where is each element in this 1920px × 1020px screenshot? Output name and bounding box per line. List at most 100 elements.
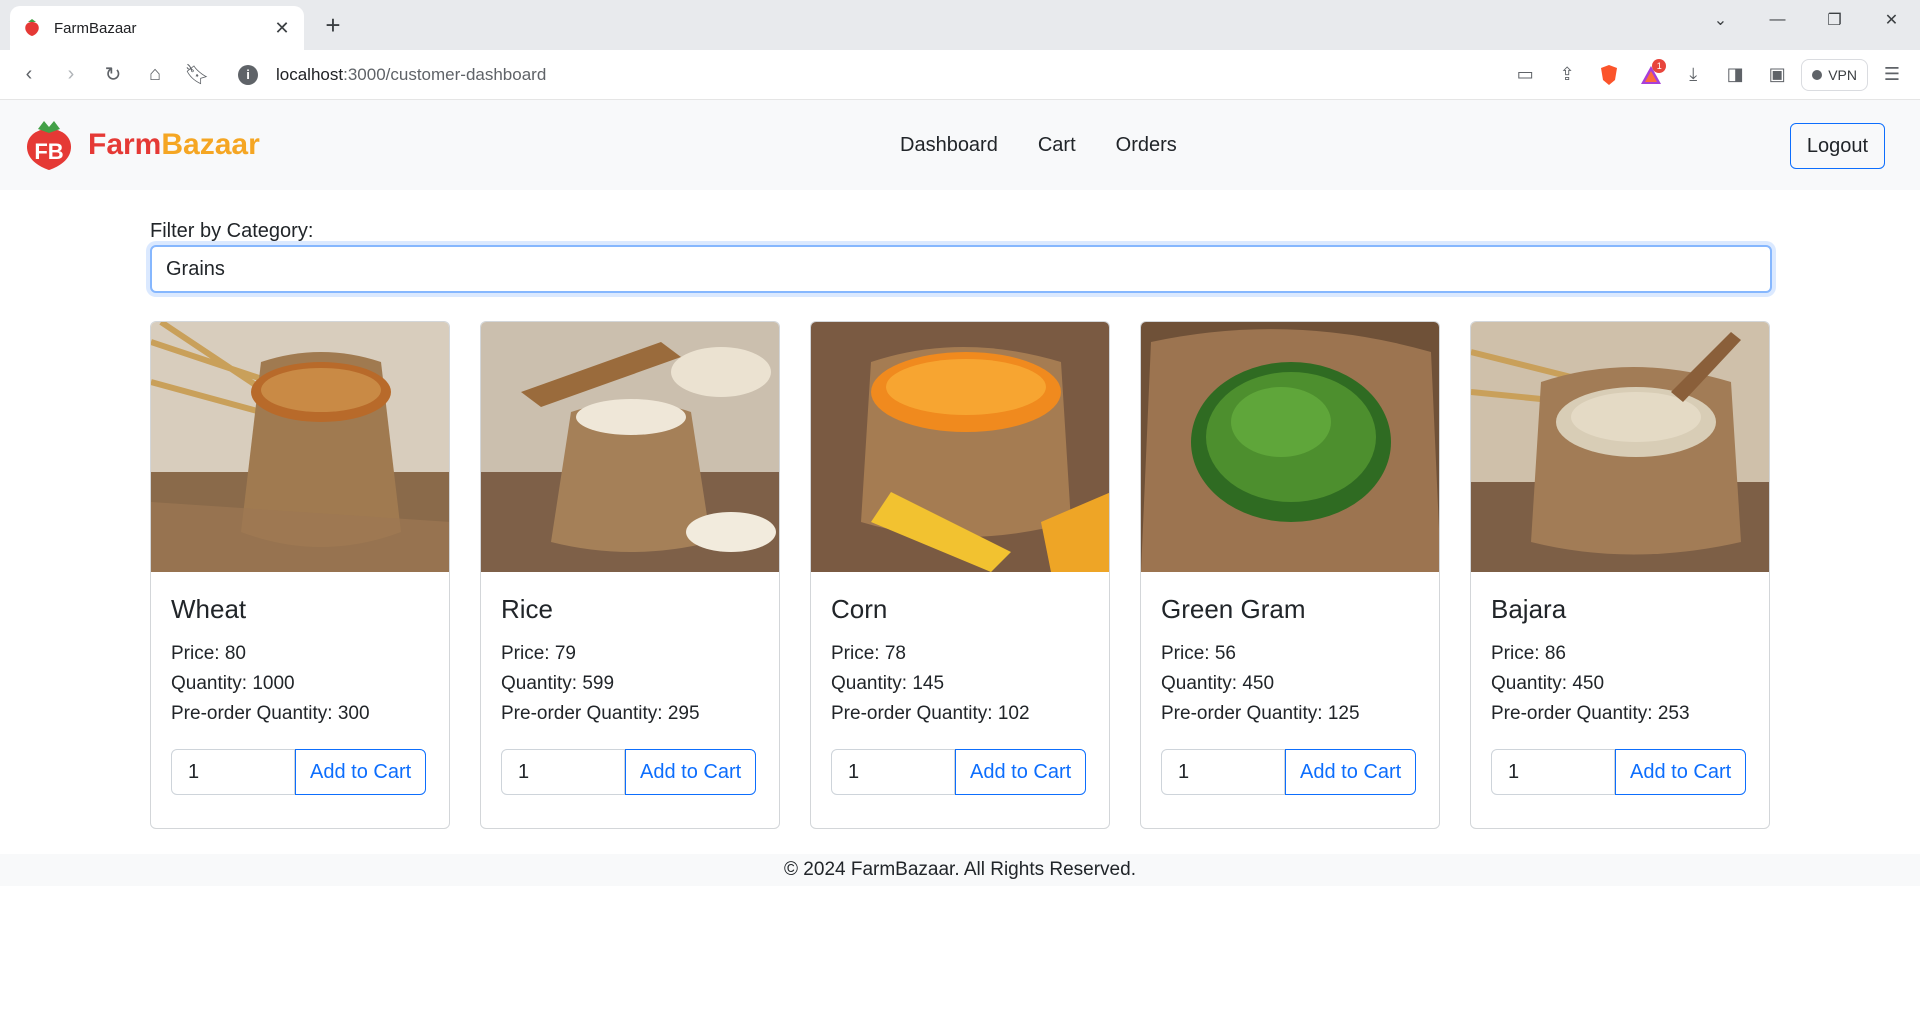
product-card-rice: Rice Price: 79 Quantity: 599 Pre-order Q…	[480, 321, 780, 829]
wallet-icon[interactable]: ▣	[1759, 57, 1795, 93]
vpn-status-icon	[1812, 69, 1823, 80]
product-name: Rice	[501, 594, 554, 624]
quantity-input[interactable]: 1	[171, 749, 295, 795]
quantity-input[interactable]: 1	[1161, 749, 1285, 795]
nav-dashboard-link[interactable]: Dashboard	[900, 134, 998, 157]
nav-orders-link[interactable]: Orders	[1116, 134, 1177, 157]
new-tab-icon[interactable]: +	[318, 10, 348, 41]
quantity-input[interactable]: 1	[501, 749, 625, 795]
svg-text:FB: FB	[34, 139, 63, 164]
product-quantity: Quantity: 450	[1161, 673, 1275, 694]
footer: © 2024 FarmBazaar. All Rights Reserved.	[0, 854, 1920, 886]
brand-name-bazaar: Bazaar	[161, 128, 260, 161]
add-to-cart-button[interactable]: Add to Cart	[295, 749, 427, 795]
window-controls: ⌄ — ❐ ✕	[1692, 0, 1920, 40]
filter-label: Filter by Category:	[150, 220, 314, 242]
site-info-icon[interactable]: i	[238, 64, 258, 85]
product-price: Price: 78	[831, 643, 906, 664]
product-actions: 1 Add to Cart	[831, 749, 1089, 795]
product-quantity: Quantity: 599	[501, 673, 615, 694]
product-body: Rice Price: 79 Quantity: 599 Pre-order Q…	[481, 572, 779, 795]
close-tab-icon[interactable]: ✕	[272, 18, 292, 39]
product-preorder-quantity: Pre-order Quantity: 102	[831, 703, 1030, 724]
vpn-button[interactable]: VPN	[1801, 58, 1868, 91]
bookmark-icon[interactable]: 🔖︎	[178, 56, 216, 94]
footer-text: © 2024 FarmBazaar. All Rights Reserved.	[784, 859, 1136, 880]
brand[interactable]: FB FarmBazaar	[20, 119, 260, 171]
sidebar-icon[interactable]: ◨	[1717, 57, 1753, 93]
product-actions: 1 Add to Cart	[501, 749, 759, 795]
browser-tab-bar: FarmBazaar ✕ + ⌄ — ❐ ✕	[0, 0, 1920, 50]
brave-rewards-icon[interactable]: 1	[1633, 57, 1669, 93]
strawberry-favicon-icon	[25, 19, 39, 36]
browser-tab[interactable]: FarmBazaar ✕	[10, 6, 304, 50]
product-body: Corn Price: 78 Quantity: 145 Pre-order Q…	[811, 572, 1109, 795]
product-preorder-quantity: Pre-order Quantity: 253	[1491, 703, 1690, 724]
cast-icon[interactable]: ▭	[1507, 57, 1543, 93]
quantity-input[interactable]: 1	[1491, 749, 1615, 795]
product-card-wheat: Wheat Price: 80 Quantity: 1000 Pre-order…	[150, 321, 450, 829]
url-host: localhost	[276, 64, 344, 84]
product-preorder-quantity: Pre-order Quantity: 125	[1161, 703, 1360, 724]
product-image-green-gram	[1141, 322, 1439, 572]
quantity-input[interactable]: 1	[831, 749, 955, 795]
product-preorder-quantity: Pre-order Quantity: 295	[501, 703, 700, 724]
brave-shield-icon[interactable]	[1591, 57, 1627, 93]
product-body: Wheat Price: 80 Quantity: 1000 Pre-order…	[151, 572, 449, 795]
address-bar[interactable]: i localhost :3000/customer-dashboard	[228, 56, 1498, 93]
toolbar-actions: ▭ ⇪ 1 ⤓ ◨ ▣ VPN ☰	[1507, 57, 1910, 93]
restore-icon[interactable]: ❐	[1806, 0, 1863, 40]
product-name: Corn	[831, 594, 888, 624]
product-body: Bajara Price: 86 Quantity: 450 Pre-order…	[1471, 572, 1769, 795]
product-body: Green Gram Price: 56 Quantity: 450 Pre-o…	[1141, 572, 1439, 795]
product-name: Wheat	[171, 594, 247, 624]
product-actions: 1 Add to Cart	[171, 749, 429, 795]
add-to-cart-button[interactable]: Add to Cart	[1285, 749, 1417, 795]
share-icon[interactable]: ⇪	[1549, 57, 1585, 93]
product-quantity: Quantity: 145	[831, 673, 945, 694]
category-filter-select[interactable]: Grains	[150, 245, 1772, 293]
browser-toolbar: ‹ › ↻ ⌂ 🔖︎ i localhost :3000/customer-da…	[0, 50, 1920, 100]
brand-name-farm: Farm	[88, 128, 162, 161]
product-price: Price: 86	[1491, 643, 1566, 664]
back-icon[interactable]: ‹	[10, 56, 48, 94]
reload-icon[interactable]: ↻	[94, 56, 132, 94]
product-quantity: Quantity: 1000	[171, 673, 295, 694]
product-quantity: Quantity: 450	[1491, 673, 1605, 694]
download-icon[interactable]: ⤓	[1675, 57, 1711, 93]
product-actions: 1 Add to Cart	[1161, 749, 1419, 795]
vpn-label: VPN	[1828, 66, 1857, 83]
window-close-icon[interactable]: ✕	[1863, 0, 1920, 40]
product-image-rice	[481, 322, 779, 572]
product-preorder-quantity: Pre-order Quantity: 300	[171, 703, 370, 724]
brand-name: FarmBazaar	[88, 128, 260, 162]
product-price: Price: 79	[501, 643, 576, 664]
minimize-icon[interactable]: —	[1749, 0, 1806, 40]
product-price: Price: 80	[171, 643, 246, 664]
add-to-cart-button[interactable]: Add to Cart	[625, 749, 757, 795]
product-price: Price: 56	[1161, 643, 1236, 664]
product-card-bajara: Bajara Price: 86 Quantity: 450 Pre-order…	[1470, 321, 1770, 829]
home-icon[interactable]: ⌂	[136, 56, 174, 94]
add-to-cart-button[interactable]: Add to Cart	[955, 749, 1087, 795]
forward-icon[interactable]: ›	[52, 56, 90, 94]
product-name: Bajara	[1491, 594, 1567, 624]
nav-cart-link[interactable]: Cart	[1038, 134, 1076, 157]
menu-icon[interactable]: ☰	[1874, 57, 1910, 93]
product-actions: 1 Add to Cart	[1491, 749, 1749, 795]
nav-links: Dashboard Cart Orders	[900, 100, 1177, 190]
main-content: Filter by Category: Grains Wheat Price: …	[0, 190, 1920, 829]
add-to-cart-button[interactable]: Add to Cart	[1615, 749, 1747, 795]
notification-badge: 1	[1652, 58, 1667, 73]
farmbazaar-logo-icon: FB	[26, 121, 72, 170]
url-path: :3000/customer-dashboard	[343, 64, 547, 84]
tab-search-icon[interactable]: ⌄	[1692, 0, 1749, 40]
product-image-bajara	[1471, 322, 1769, 572]
product-card-green-gram: Green Gram Price: 56 Quantity: 450 Pre-o…	[1140, 321, 1440, 829]
product-name: Green Gram	[1161, 594, 1306, 624]
app-navbar: FB FarmBazaar Dashboard Cart Orders Logo…	[0, 100, 1920, 190]
logout-button[interactable]: Logout	[1789, 123, 1885, 169]
product-card-corn: Corn Price: 78 Quantity: 145 Pre-order Q…	[810, 321, 1110, 829]
tab-title: FarmBazaar	[54, 19, 137, 37]
product-image-corn	[811, 322, 1109, 572]
